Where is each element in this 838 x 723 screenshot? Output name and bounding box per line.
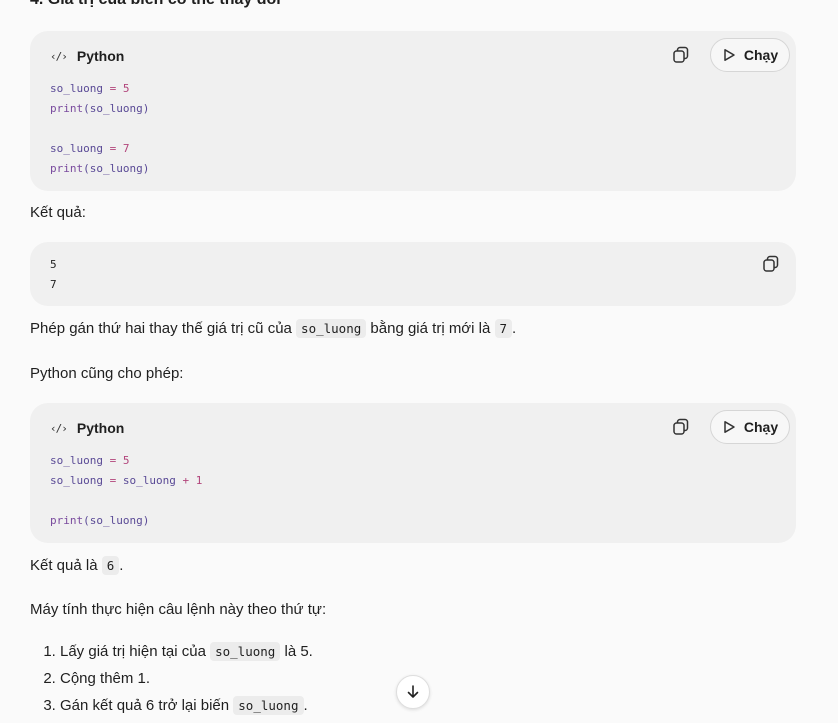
- code-token: print: [50, 162, 84, 175]
- code-token: 1: [195, 474, 203, 487]
- code-block-header: ‹/› Python: [50, 420, 124, 436]
- copy-button[interactable]: [761, 254, 781, 274]
- copy-button[interactable]: [671, 45, 691, 65]
- code-token: so_luong: [50, 454, 103, 467]
- copy-icon: [763, 255, 779, 272]
- run-button[interactable]: Chạy: [710, 410, 790, 444]
- code-token: (so_luong): [83, 102, 150, 115]
- code-token: 5: [122, 82, 130, 95]
- section-heading: 4. Giá trị của biến có thể thay đổi: [30, 0, 281, 9]
- scroll-down-button[interactable]: [396, 675, 430, 709]
- text: .: [512, 320, 517, 337]
- paragraph-reassignment: Phép gán thứ hai thay thế giá trị cũ của…: [30, 319, 517, 338]
- inline-code: 7: [494, 319, 513, 338]
- steps-list: Lấy giá trị hiện tại của so_luong là 5. …: [30, 640, 313, 721]
- code-line: print(so_luong): [50, 511, 202, 531]
- code-line: print(so_luong): [50, 99, 149, 119]
- code-token: =: [102, 454, 123, 467]
- text: .: [119, 557, 124, 574]
- code-block-header: ‹/› Python: [50, 48, 124, 64]
- inline-code: so_luong: [296, 319, 367, 338]
- text: bằng giá trị mới là: [366, 320, 495, 337]
- code-icon: ‹/›: [50, 49, 68, 63]
- code-token: so_luong: [122, 474, 176, 487]
- list-item: Lấy giá trị hiện tại của so_luong là 5.: [60, 640, 313, 667]
- text: Gán kết quả 6 trở lại biến: [60, 697, 234, 714]
- code-token: 5: [122, 454, 130, 467]
- list-item: Gán kết quả 6 trở lại biến so_luong.: [60, 694, 313, 721]
- code-line: so_luong = 5: [50, 79, 149, 99]
- code-block-2: ‹/› Python Chạy so_luong = 5 so_luong = s…: [30, 403, 796, 543]
- text: là 5.: [280, 643, 313, 660]
- copy-icon: [673, 418, 689, 435]
- code-token: so_luong: [50, 142, 103, 155]
- output-block: 57: [30, 242, 796, 306]
- code-token: (so_luong): [83, 514, 150, 527]
- output-content: 57: [50, 255, 57, 295]
- code-token: print: [50, 102, 84, 115]
- paragraph-python-allows: Python cũng cho phép:: [30, 365, 184, 382]
- code-token: 7: [122, 142, 130, 155]
- code-line: print(so_luong): [50, 159, 149, 179]
- inline-code: so_luong: [233, 696, 304, 715]
- play-icon: [724, 421, 735, 433]
- code-token: +: [175, 474, 196, 487]
- text: Lấy giá trị hiện tại của: [60, 643, 211, 660]
- code-icon: ‹/›: [50, 421, 68, 435]
- code-line: so_luong = so_luong + 1: [50, 471, 202, 491]
- paragraph-order: Máy tính thực hiện câu lệnh này theo thứ…: [30, 601, 327, 618]
- code-token: so_luong: [50, 474, 103, 487]
- run-label: Chạy: [743, 47, 779, 63]
- language-label: Python: [76, 420, 125, 436]
- code-token: =: [102, 474, 123, 487]
- copy-button[interactable]: [671, 417, 691, 437]
- code-line: so_luong = 7: [50, 139, 149, 159]
- copy-icon: [673, 46, 689, 63]
- run-label: Chạy: [743, 419, 779, 435]
- list-item: Cộng thêm 1.: [60, 667, 313, 694]
- text: Kết quả là: [30, 557, 102, 574]
- code-content: so_luong = 5 so_luong = so_luong + 1 print…: [50, 451, 202, 531]
- inline-code: so_luong: [210, 642, 281, 661]
- play-icon: [724, 49, 735, 61]
- inline-code: 6: [101, 556, 120, 575]
- result-label: Kết quả:: [30, 204, 86, 221]
- code-line: so_luong = 5: [50, 451, 202, 471]
- code-content: so_luong = 5 print(so_luong) so_luong = 7p…: [50, 79, 149, 179]
- code-token: =: [102, 82, 123, 95]
- output-line: 7: [50, 278, 57, 291]
- language-label: Python: [76, 48, 125, 64]
- code-token: =: [102, 142, 123, 155]
- code-token: so_luong: [50, 82, 103, 95]
- code-token: print: [50, 514, 84, 527]
- text: Cộng thêm 1.: [60, 670, 151, 687]
- text: .: [303, 697, 308, 714]
- run-button[interactable]: Chạy: [710, 38, 790, 72]
- arrow-down-icon: [407, 685, 419, 698]
- code-token: (so_luong): [83, 162, 150, 175]
- code-block-1: ‹/› Python Chạy so_luong = 5 print(so_luo…: [30, 31, 796, 191]
- output-line: 5: [50, 258, 57, 271]
- text: Phép gán thứ hai thay thế giá trị cũ của: [30, 320, 297, 337]
- paragraph-result: Kết quả là 6.: [30, 556, 124, 575]
